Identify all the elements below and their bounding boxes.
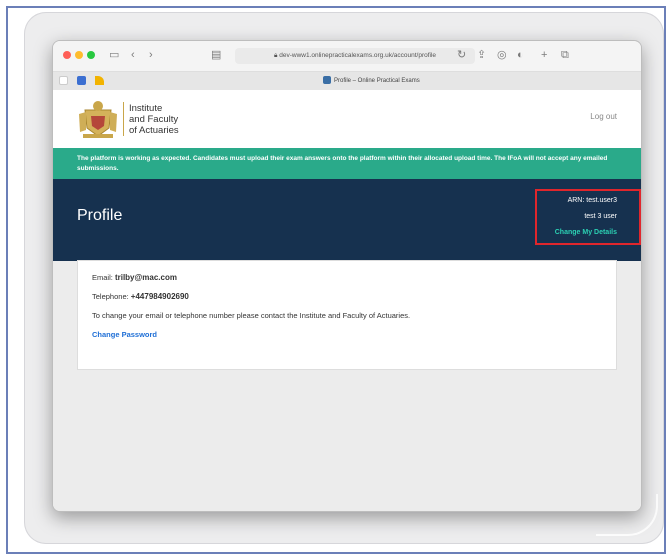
org-name-line2: and Faculty <box>129 114 179 125</box>
active-tab[interactable]: Profile – Online Practical Exams <box>323 76 420 86</box>
change-password-link[interactable]: Change Password <box>92 330 602 340</box>
address-text: dev-www1.onlinepracticalexams.org.uk/acc… <box>279 52 437 59</box>
phone-row: Telephone: +447984902690 <box>92 292 602 302</box>
close-window-button[interactable] <box>63 51 71 59</box>
contact-notice: To change your email or telephone number… <box>92 311 411 320</box>
zoom-window-button[interactable] <box>87 51 95 59</box>
back-icon[interactable]: ‹ <box>131 47 135 63</box>
email-row: Email: trilby@mac.com <box>92 273 602 283</box>
phone-label: Telephone: <box>92 292 129 301</box>
calendar-favicon-icon[interactable] <box>77 76 86 85</box>
forward-icon[interactable]: › <box>149 47 153 63</box>
logo-divider <box>123 102 124 136</box>
address-bar[interactable]: 🔒︎ dev-www1.onlinepracticalexams.org.uk/… <box>235 48 475 64</box>
phone-value: +447984902690 <box>130 292 189 301</box>
profile-hero: Profile ARN: test.user3 test 3 user Chan… <box>53 179 641 261</box>
site-header: Institute and Faculty of Actuaries Log o… <box>53 90 641 148</box>
org-name[interactable]: Institute and Faculty of Actuaries <box>129 103 179 136</box>
org-name-line3: of Actuaries <box>129 125 179 136</box>
page-content: Institute and Faculty of Actuaries Log o… <box>53 90 641 511</box>
drive-favicon-icon[interactable] <box>95 76 104 85</box>
ifoa-crest-logo[interactable] <box>77 98 119 140</box>
minimize-window-button[interactable] <box>75 51 83 59</box>
tab-overview-icon[interactable]: ⧉ <box>561 47 569 63</box>
status-banner-text: The platform is working as expected. Can… <box>77 155 608 172</box>
extension-icon[interactable]: ◎ <box>497 47 507 63</box>
browser-toolbar: ▭ ‹ › ▤ 🔒︎ dev-www1.onlinepracticalexams… <box>53 41 641 72</box>
org-name-line1: Institute <box>129 103 163 114</box>
sidebar-icon[interactable]: ▭ <box>109 47 119 63</box>
reload-icon[interactable]: ↻ <box>457 47 466 63</box>
share-icon[interactable]: ⇪ <box>477 47 486 63</box>
browser-window: ▭ ‹ › ▤ 🔒︎ dev-www1.onlinepracticalexams… <box>52 40 642 512</box>
logout-link[interactable]: Log out <box>590 112 617 121</box>
reader-icon[interactable]: ◐ <box>517 47 524 63</box>
tab-bar: Profile – Online Practical Exams <box>53 72 641 91</box>
email-value: trilby@mac.com <box>114 273 177 282</box>
email-label: Email: <box>92 273 113 282</box>
tab-title: Profile – Online Practical Exams <box>334 78 420 84</box>
status-banner: The platform is working as expected. Can… <box>53 148 641 179</box>
highlight-box <box>535 189 641 245</box>
google-favicon-icon[interactable] <box>59 76 68 85</box>
privacy-shield-icon[interactable]: ▤ <box>211 47 221 63</box>
page-title: Profile <box>77 207 123 224</box>
site-favicon-icon <box>323 76 331 85</box>
new-tab-icon[interactable]: + <box>541 47 547 63</box>
profile-card: Email: trilby@mac.com Telephone: +447984… <box>77 260 617 370</box>
